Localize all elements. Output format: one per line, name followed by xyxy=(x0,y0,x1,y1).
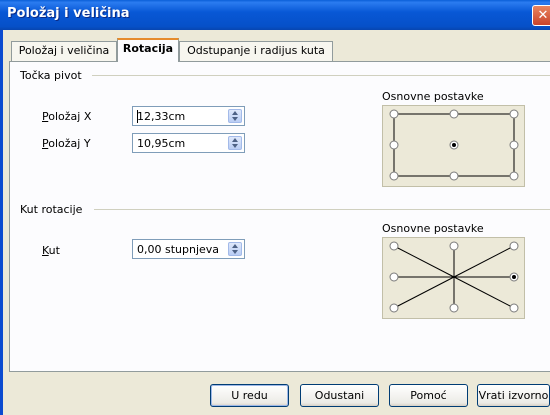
rotation-defaults-label: Osnovne postavke xyxy=(382,222,484,235)
angle-point-270[interactable] xyxy=(449,303,459,313)
cancel-button[interactable]: Odustani xyxy=(300,384,379,407)
angle-value: 0,00 stupnjeva xyxy=(137,243,220,256)
cancel-button-label: Odustani xyxy=(314,389,365,402)
pivot-selected-dot xyxy=(452,143,456,147)
position-x-spinbox[interactable]: 12,33cm xyxy=(132,106,245,126)
pivot-point-bottom-right[interactable] xyxy=(509,171,519,181)
pivot-defaults-label: Osnovne postavke xyxy=(382,90,484,103)
rotation-grid-svg xyxy=(389,241,519,313)
spin-buttons[interactable] xyxy=(228,109,242,123)
pivot-point-middle-right[interactable] xyxy=(509,140,519,150)
window-title: Položaj i veličina xyxy=(7,6,130,21)
position-y-value: 10,95cm xyxy=(137,137,186,150)
pivot-point-top-center[interactable] xyxy=(449,109,459,119)
tab-label: Položaj i veličina xyxy=(18,44,110,57)
window-frame xyxy=(0,30,3,415)
pivot-point-top-left[interactable] xyxy=(389,109,399,119)
ok-button-label: U redu xyxy=(231,389,268,402)
close-button[interactable]: ✕ xyxy=(532,5,550,26)
reset-button[interactable]: Vrati izvorno xyxy=(477,384,550,407)
pivot-point-middle-left[interactable] xyxy=(389,140,399,150)
section-divider xyxy=(94,209,550,210)
spin-down-icon[interactable] xyxy=(232,250,238,254)
spin-buttons[interactable] xyxy=(228,242,242,256)
angle-point-315[interactable] xyxy=(509,303,519,313)
angle-point-90[interactable] xyxy=(449,241,459,251)
pivot-grid-svg xyxy=(389,109,519,181)
title-bar: Položaj i veličina ✕ xyxy=(0,0,550,30)
pivot-section-label: Točka pivot xyxy=(20,69,86,82)
pivot-position-grid[interactable] xyxy=(382,105,525,187)
spin-down-icon[interactable] xyxy=(232,144,238,148)
rotation-angle-grid[interactable] xyxy=(382,237,525,319)
position-x-label: Položaj X xyxy=(42,110,92,123)
help-button-label: Pomoć xyxy=(410,389,447,402)
angle-point-225[interactable] xyxy=(389,303,399,313)
section-divider xyxy=(92,75,550,76)
spin-up-icon[interactable] xyxy=(232,111,238,115)
rotation-section-label: Kut rotacije xyxy=(20,203,87,216)
angle-point-135[interactable] xyxy=(389,241,399,251)
angle-label: Kut xyxy=(42,244,60,257)
position-y-label: Položaj Y xyxy=(42,137,91,150)
angle-spinbox[interactable]: 0,00 stupnjeva xyxy=(132,239,245,259)
angle-point-180[interactable] xyxy=(389,272,399,282)
pivot-point-top-right[interactable] xyxy=(509,109,519,119)
position-x-value: 12,33cm xyxy=(137,110,186,123)
tab-slant-corner-radius[interactable]: Odstupanje i radijus kuta xyxy=(179,41,333,61)
tab-label: Odstupanje i radijus kuta xyxy=(187,44,325,57)
help-button[interactable]: Pomoć xyxy=(389,384,468,407)
pivot-point-bottom-left[interactable] xyxy=(389,171,399,181)
angle-point-45[interactable] xyxy=(509,241,519,251)
spin-buttons[interactable] xyxy=(228,136,242,150)
reset-button-label: Vrati izvorno xyxy=(478,389,549,402)
close-icon: ✕ xyxy=(537,8,549,23)
tab-rotation[interactable]: Rotacija xyxy=(117,38,179,62)
spin-down-icon[interactable] xyxy=(232,117,238,121)
tab-position-size[interactable]: Položaj i veličina xyxy=(11,41,117,61)
spin-up-icon[interactable] xyxy=(232,138,238,142)
angle-selected-dot xyxy=(512,275,516,279)
pivot-point-bottom-center[interactable] xyxy=(449,171,459,181)
position-y-spinbox[interactable]: 10,95cm xyxy=(132,133,245,153)
tab-label: Rotacija xyxy=(122,42,174,55)
spin-up-icon[interactable] xyxy=(232,244,238,248)
ok-button[interactable]: U redu xyxy=(210,384,289,407)
